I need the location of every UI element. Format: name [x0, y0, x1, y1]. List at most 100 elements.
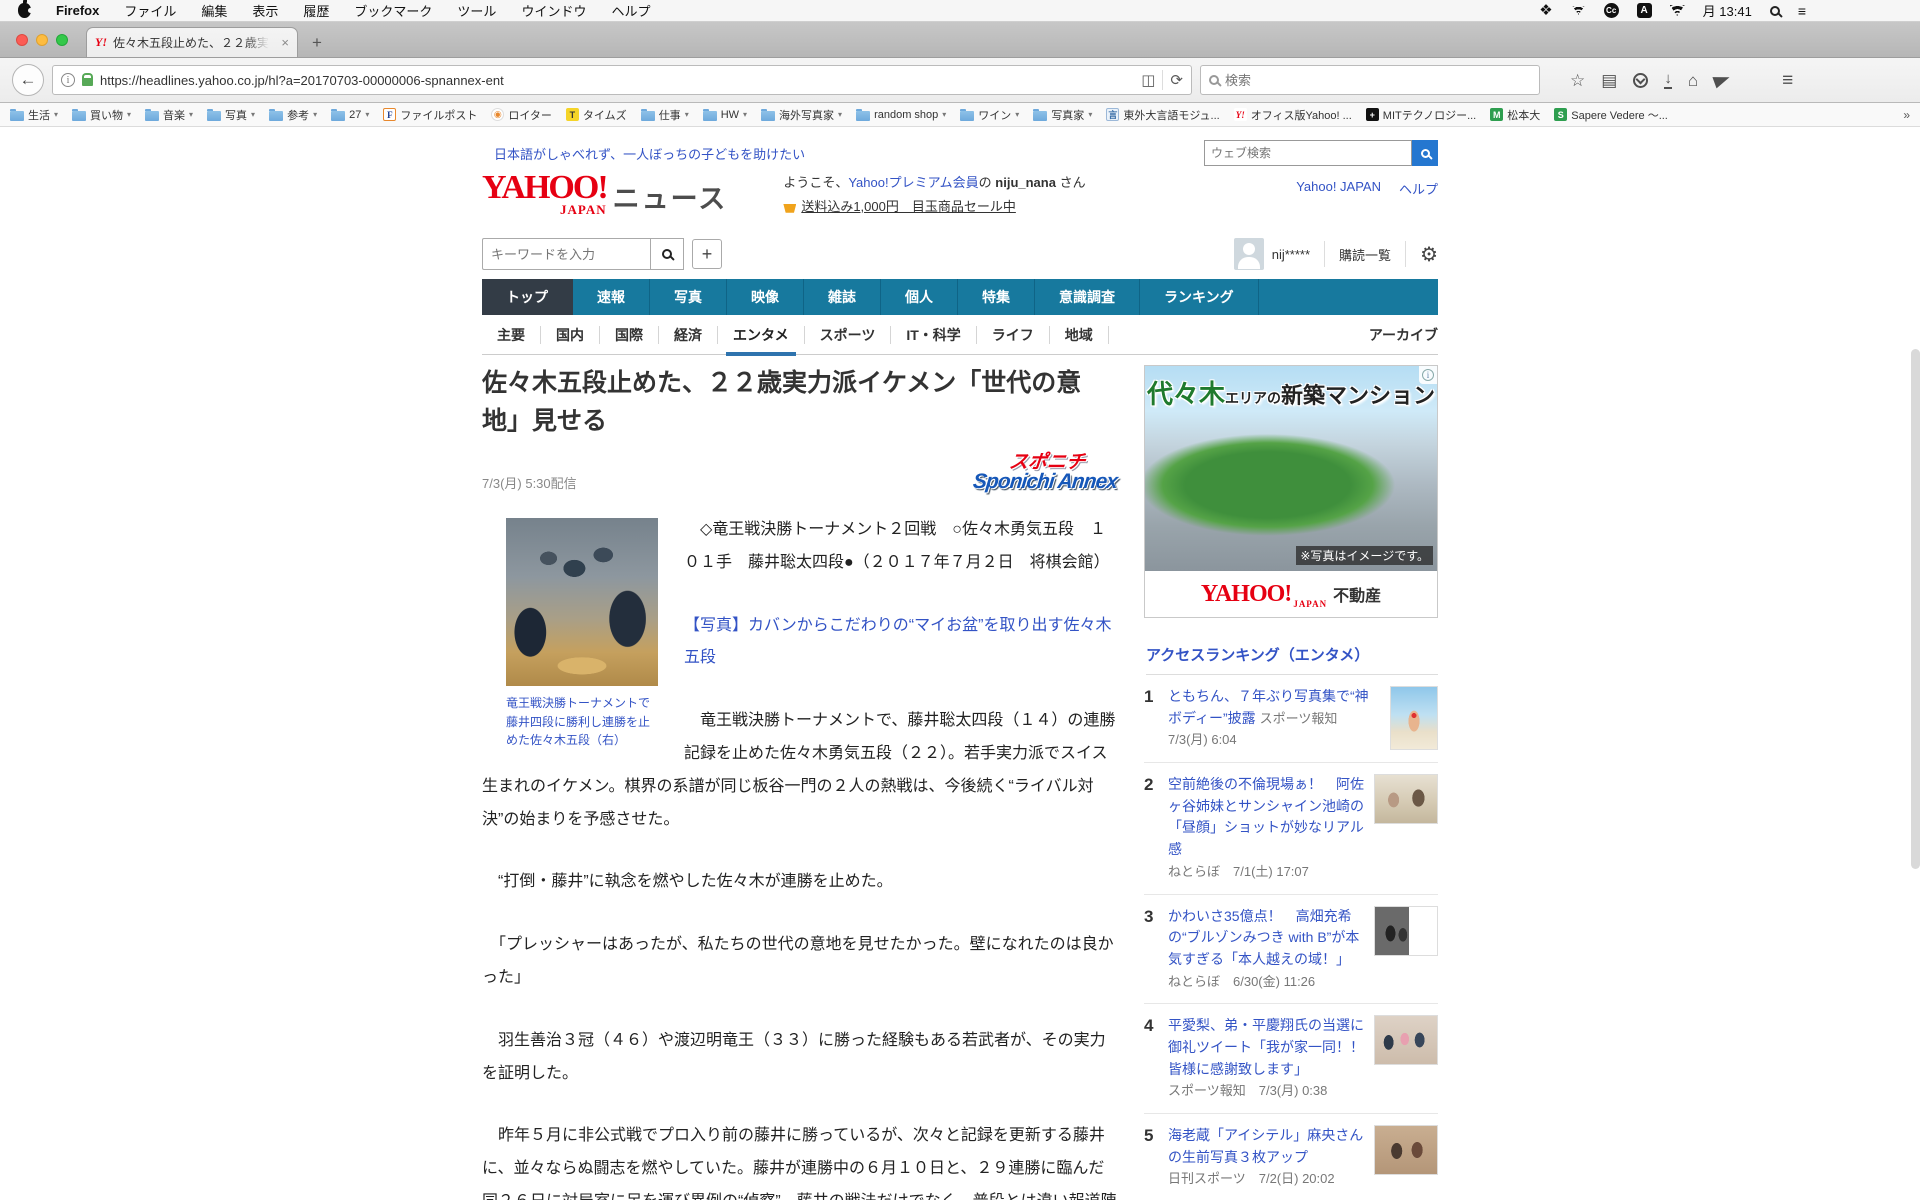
spotlight-icon[interactable] — [1770, 6, 1780, 16]
tab-tokushu[interactable]: 特集 — [958, 279, 1035, 315]
premium-member-link[interactable]: Yahoo!プレミアム会員 — [848, 175, 978, 190]
bookmark-reuters[interactable]: ◉ロイター — [491, 107, 552, 123]
menu-bookmarks[interactable]: ブックマーク — [354, 1, 432, 20]
ranking-thumbnail[interactable] — [1374, 1125, 1438, 1175]
menu-window[interactable]: ウインドウ — [521, 1, 586, 20]
bookmark-folder-randomshop[interactable]: random shop▾ — [856, 109, 946, 121]
yahoo-news-logo[interactable]: YAHOO! JAPAN ニュース — [482, 173, 727, 218]
subnav-shuyo[interactable]: 主要 — [482, 326, 541, 344]
bookmark-folder-kaigai[interactable]: 海外写真家▾ — [761, 107, 842, 123]
menu-file[interactable]: ファイル — [124, 1, 176, 20]
ranking-link[interactable]: 空前絶後の不倫現場ぁ！ 阿佐ヶ谷姉妹とサンシャイン池崎の「昼顔」ショットが妙なリ… — [1168, 776, 1364, 857]
bookmark-times[interactable]: Tタイムズ — [566, 107, 627, 123]
notification-center-icon[interactable]: ≡ — [1798, 4, 1806, 18]
ranking-thumbnail[interactable] — [1390, 686, 1438, 750]
tab-shashin[interactable]: 写真 — [650, 279, 727, 315]
reader-mode-icon[interactable]: ◫ — [1141, 73, 1155, 88]
page-info-icon[interactable]: i — [61, 73, 75, 87]
bookmark-folder-wine[interactable]: ワイン▾ — [960, 107, 1019, 123]
url-input[interactable] — [100, 73, 1134, 88]
reading-list-icon[interactable]: ▤ — [1601, 72, 1617, 89]
ranking-link[interactable]: 海老蔵「アイシテル」麻央さんの生前写真３枚アップ — [1168, 1127, 1363, 1165]
menu-app-name[interactable]: Firefox — [56, 3, 99, 18]
web-search-button[interactable] — [1412, 140, 1438, 166]
adobe-cc-icon[interactable]: Cc — [1604, 3, 1619, 18]
tab-eizo[interactable]: 映像 — [727, 279, 804, 315]
bookmark-folder-shigoto[interactable]: 仕事▾ — [641, 107, 689, 123]
subnav-entame[interactable]: エンタメ — [718, 326, 805, 344]
archive-link[interactable]: アーカイブ — [1369, 325, 1438, 345]
bookmark-folder-shashin[interactable]: 写真▾ — [207, 107, 255, 123]
adchoices-icon[interactable]: i — [1419, 366, 1437, 384]
close-window-button[interactable] — [16, 34, 28, 46]
ranking-thumbnail[interactable] — [1374, 906, 1438, 956]
downloads-icon[interactable]: ↓ — [1664, 71, 1672, 89]
photo-caption-link[interactable]: 竜王戦決勝トーナメントで藤井四段に勝利し連勝を止めた佐々木五段（右） — [506, 694, 658, 750]
menu-edit[interactable]: 編集 — [201, 1, 227, 20]
keyword-search-button[interactable] — [650, 238, 684, 270]
subnav-kokunai[interactable]: 国内 — [541, 326, 600, 344]
menu-history[interactable]: 履歴 — [303, 1, 329, 20]
bookmark-folder-shashinka[interactable]: 写真家▾ — [1033, 107, 1092, 123]
sponichi-logo[interactable]: スポニチ Sponichi Annex — [972, 454, 1120, 492]
subnav-it[interactable]: IT・科学 — [891, 326, 976, 344]
url-bar[interactable]: i ◫ ⟳ — [52, 65, 1192, 95]
tab-close-icon[interactable]: × — [281, 35, 289, 50]
bookmarks-overflow-chevron[interactable]: » — [1903, 108, 1910, 122]
bookmark-folder-hw[interactable]: HW▾ — [703, 109, 747, 121]
minimize-window-button[interactable] — [36, 34, 48, 46]
menu-tools[interactable]: ツール — [457, 1, 496, 20]
user-id-short[interactable]: nij***** — [1272, 247, 1310, 262]
back-button[interactable]: ← — [12, 64, 44, 96]
bookmark-folder-ongaku[interactable]: 音楽▾ — [145, 107, 193, 123]
wifi-icon[interactable] — [1670, 5, 1685, 16]
bookmark-folder-seikatsu[interactable]: 生活▾ — [10, 107, 58, 123]
home-icon[interactable]: ⌂ — [1688, 72, 1698, 89]
browser-tab[interactable]: Y! 佐々木五段止めた、２２歳実力 × — [86, 27, 298, 57]
menu-hamburger-icon[interactable]: ≡ — [1782, 71, 1793, 90]
subnav-keizai[interactable]: 経済 — [659, 326, 718, 344]
ranking-link[interactable]: かわいさ35億点！ 高畑充希の“ブルゾンみつき with B”が本気すぎる「本人… — [1168, 908, 1359, 967]
bookmark-star-icon[interactable]: ☆ — [1570, 72, 1585, 89]
ranking-thumbnail[interactable] — [1374, 1015, 1438, 1065]
add-keyword-button[interactable]: + — [692, 239, 722, 269]
browser-search-field[interactable] — [1200, 65, 1540, 95]
ad-banner[interactable]: 代々木エリアの新築マンション ※写真はイメージです。 i YAHOO! JAPA… — [1144, 365, 1438, 618]
help-link[interactable]: ヘルプ — [1399, 179, 1438, 198]
bookmark-sapere[interactable]: SSapere Vedere ～... — [1554, 107, 1668, 123]
subnav-kokusai[interactable]: 国際 — [600, 326, 659, 344]
avatar[interactable] — [1234, 238, 1264, 270]
tab-zasshi[interactable]: 雑誌 — [804, 279, 881, 315]
bookmark-folder-sanko[interactable]: 参考▾ — [269, 107, 317, 123]
menubar-clock[interactable]: 月 13:41 — [1703, 1, 1752, 20]
dropbox-icon[interactable]: ❖ — [1539, 3, 1552, 18]
yahoo-japan-link[interactable]: Yahoo! JAPAN — [1296, 179, 1381, 198]
subscription-list-link[interactable]: 購読一覧 — [1339, 245, 1391, 264]
bookmark-folder-kaimono[interactable]: 買い物▾ — [72, 107, 131, 123]
promo-link[interactable]: 送料込み1,000円 目玉商品セール中 — [801, 197, 1016, 218]
bookmark-filepost[interactable]: Fファイルポスト — [383, 107, 477, 123]
tab-ranking[interactable]: ランキング — [1140, 279, 1259, 315]
tab-kojin[interactable]: 個人 — [881, 279, 958, 315]
pocket-icon[interactable] — [1633, 73, 1648, 88]
bookmark-mit-tech[interactable]: +MITテクノロジー... — [1366, 107, 1476, 123]
reload-icon[interactable]: ⟳ — [1170, 73, 1183, 88]
gear-icon[interactable]: ⚙ — [1420, 242, 1438, 267]
bookmark-tufs[interactable]: 言東外大言語モジュ... — [1106, 107, 1219, 123]
apple-menu-icon[interactable] — [18, 3, 31, 18]
subnav-chiiki[interactable]: 地域 — [1050, 326, 1109, 344]
article-photo[interactable] — [506, 518, 658, 686]
signal-small-icon[interactable] — [1572, 6, 1584, 15]
ranking-link[interactable]: 平愛梨、弟・平慶翔氏の当選に御礼ツイート「我が家一同！！皆様に感謝致します」 — [1168, 1017, 1364, 1076]
keyword-search-input[interactable] — [482, 238, 650, 270]
article-photo-block[interactable]: 竜王戦決勝トーナメントで藤井四段に勝利し連勝を止めた佐々木五段（右） — [506, 518, 658, 750]
zoom-window-button[interactable] — [56, 34, 68, 46]
subnav-sports[interactable]: スポーツ — [805, 326, 892, 344]
ranking-thumbnail[interactable] — [1374, 774, 1438, 824]
charity-banner-link[interactable]: 日本語がしゃべれず、一人ぼっちの子どもを助けたい — [494, 144, 805, 163]
bookmark-yahoo-office[interactable]: Y!オフィス版Yahoo! ... — [1234, 107, 1352, 123]
tab-sokuho[interactable]: 速報 — [573, 279, 650, 315]
menu-help[interactable]: ヘルプ — [611, 1, 650, 20]
bookmark-folder-27[interactable]: 27▾ — [331, 109, 369, 121]
send-tab-icon[interactable] — [1713, 72, 1732, 89]
